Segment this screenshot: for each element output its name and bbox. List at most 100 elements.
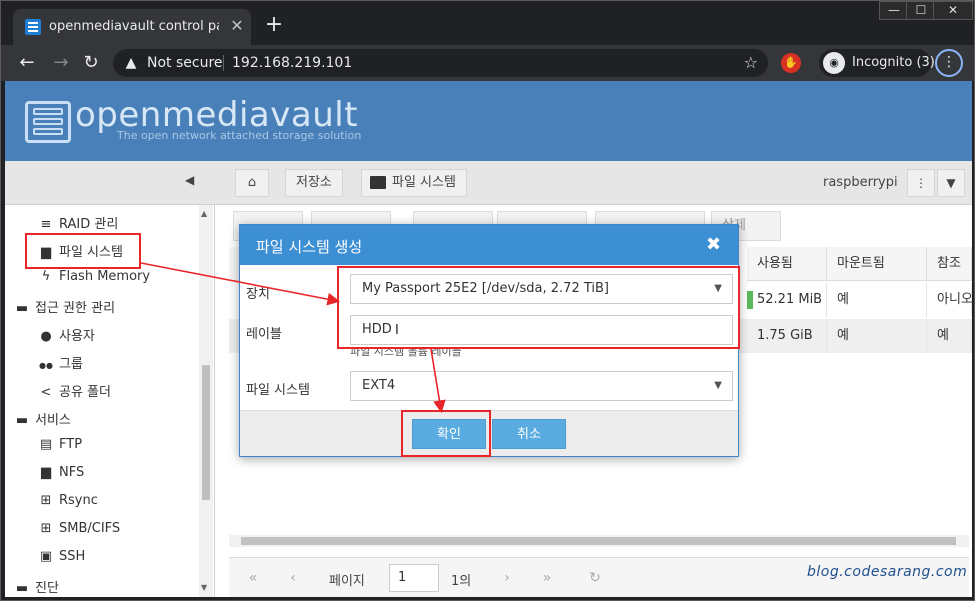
sidebar-item-ftp[interactable]: ▤ FTP [37, 437, 82, 459]
sidebar-item-label: 공유 폴더 [59, 385, 111, 400]
collapse-sidebar-icon[interactable]: ◀ [185, 173, 201, 191]
sidebar-scrollbar[interactable]: ▲ ▼ [199, 205, 213, 597]
refresh-icon[interactable]: ↻ [585, 568, 605, 588]
back-button[interactable]: ← [15, 51, 39, 75]
dialog-close-icon[interactable]: ✖ [706, 234, 721, 255]
terminal-icon: ▣ [39, 549, 53, 564]
breadcrumb-filesystem-label: 파일 시스템 [392, 175, 456, 190]
page-count-label: 1의 [451, 574, 472, 589]
highlight-ok-button [401, 410, 491, 457]
label-hint: 파일 시스템 볼륨 레이블 [350, 348, 462, 358]
omv-header: openmediavault The open network attached… [5, 81, 972, 161]
label-field-label: 레이블 [246, 327, 282, 342]
sidebar-item-rsync[interactable]: ⊞ Rsync [37, 493, 98, 515]
highlight-sidebar-filesystem [25, 233, 141, 269]
sidebar-item-shared-folders[interactable]: < 공유 폴더 [37, 381, 111, 403]
incognito-icon: ◉ [823, 52, 845, 74]
row-referenced: 아니오 [927, 283, 972, 317]
sidebar-item-label: Rsync [59, 493, 98, 508]
sidebar-item-raid[interactable]: ≡ RAID 관리 [37, 213, 119, 235]
used-bar [747, 291, 753, 309]
minus-square-icon: ▬ [15, 301, 29, 316]
last-page-icon[interactable]: » [537, 568, 557, 588]
column-header-referenced[interactable]: 참조 [927, 247, 972, 281]
tab-close-icon[interactable]: ✕ [228, 17, 246, 35]
sidebar-item-ssh[interactable]: ▣ SSH [37, 549, 85, 571]
omv-logo-icon [25, 101, 71, 143]
dialog-title: 파일 시스템 생성 [256, 238, 363, 256]
sidebar-item-flash-memory[interactable]: ϟ Flash Memory [37, 269, 150, 291]
host-menu-button[interactable]: ⋮ [907, 169, 935, 197]
sidebar-item-nfs[interactable]: ▆ NFS [37, 465, 84, 487]
breadcrumb-home-icon[interactable]: ⌂ [235, 169, 269, 197]
bookmark-star-icon[interactable]: ☆ [744, 53, 758, 72]
chevron-down-icon: ▼ [714, 380, 722, 391]
ftp-icon: ▤ [39, 437, 53, 452]
sidebar-item-label: 사용자 [59, 329, 95, 344]
cancel-button[interactable]: 취소 [492, 419, 566, 449]
minimize-button[interactable]: — [879, 1, 909, 20]
scroll-down-icon[interactable]: ▼ [201, 583, 207, 592]
browser-menu-button[interactable]: ⋮ [935, 49, 963, 77]
omv-favicon-icon [25, 19, 41, 35]
url-text[interactable]: 192.168.219.101 [232, 55, 352, 71]
tab-bar: openmediavault control panel - r ✕ + — ☐… [1, 1, 974, 45]
row-mounted: 예 [827, 319, 927, 353]
watermark: blog.codesarang.com [807, 564, 968, 580]
breadcrumb-storage[interactable]: 저장소 [285, 169, 343, 197]
minus-square-icon: ▬ [15, 413, 29, 428]
column-header-mounted[interactable]: 마운트됨 [827, 247, 927, 281]
prev-page-icon[interactable]: ‹ [283, 568, 303, 588]
omv-logo-subtitle: The open network attached storage soluti… [117, 129, 362, 142]
sidebar-item-label: RAID 관리 [59, 217, 119, 232]
hostname: raspberrypi [823, 175, 898, 190]
sidebar-item-label: 진단 [35, 581, 59, 596]
row-mounted: 예 [827, 283, 927, 317]
grid-horizontal-scrollbar[interactable] [229, 535, 969, 547]
next-page-icon[interactable]: › [497, 568, 517, 588]
desktop-icon: ▆ [41, 465, 51, 480]
highlight-device-label-fields [337, 266, 740, 349]
page-number-input[interactable]: 1 [389, 564, 439, 592]
maximize-button[interactable]: ☐ [906, 1, 936, 20]
incognito-badge[interactable]: ◉ Incognito (3) [819, 49, 935, 77]
sidebar-item-label: SMB/CIFS [59, 521, 121, 536]
sidebar-group-access[interactable]: ▬ 접근 권한 관리 [13, 297, 115, 319]
sidebar-scroll-thumb[interactable] [202, 365, 210, 500]
user-icon: ● [40, 329, 52, 344]
column-header-used[interactable]: 사용됨 [747, 247, 827, 281]
breadcrumb-filesystem[interactable]: 파일 시스템 [361, 169, 467, 197]
new-tab-button[interactable]: + [263, 14, 285, 37]
filesystem-type-select[interactable]: EXT4 ▼ [350, 371, 733, 401]
folder-icon [370, 176, 386, 189]
first-page-icon[interactable]: « [243, 568, 263, 588]
forward-button[interactable]: → [49, 51, 73, 75]
browser-window: openmediavault control panel - r ✕ + — ☐… [0, 0, 975, 601]
sidebar-item-users[interactable]: ● 사용자 [37, 325, 95, 347]
warning-icon[interactable]: ▲ [123, 55, 139, 71]
close-window-button[interactable]: ✕ [933, 1, 973, 20]
row-used: 52.21 MiB [747, 283, 827, 317]
reload-button[interactable]: ↻ [79, 51, 103, 75]
sidebar-item-groups[interactable]: ●● 그룹 [37, 353, 83, 375]
sidebar-group-diagnostics[interactable]: ▬ 진단 [13, 577, 59, 597]
row-used: 1.75 GiB [747, 319, 827, 353]
host-dropdown-button[interactable]: ▼ [937, 169, 965, 197]
browser-tab[interactable]: openmediavault control panel - r ✕ [13, 9, 251, 45]
sidebar-item-label: 그룹 [59, 357, 83, 372]
row-referenced: 예 [927, 319, 972, 353]
sidebar-item-label: 접근 권한 관리 [35, 301, 116, 316]
not-secure-label[interactable]: Not secure [147, 55, 223, 71]
device-label: 장치 [246, 287, 270, 302]
address-bar[interactable]: ▲ Not secure 192.168.219.101 ☆ [113, 49, 768, 77]
filesystem-type-label: 파일 시스템 [246, 383, 310, 398]
sidebar-item-label: Flash Memory [59, 269, 151, 284]
grid-scroll-thumb[interactable] [241, 537, 956, 545]
bolt-icon: ϟ [41, 269, 51, 284]
sidebar-item-smb[interactable]: ⊞ SMB/CIFS [37, 521, 121, 543]
sidebar-item-label: 서비스 [35, 413, 71, 428]
extension-hand-icon[interactable]: ✋ [781, 53, 801, 73]
scroll-up-icon[interactable]: ▲ [201, 209, 207, 218]
sidebar-group-services[interactable]: ▬ 서비스 [13, 409, 71, 431]
incognito-label: Incognito (3) [852, 55, 935, 70]
